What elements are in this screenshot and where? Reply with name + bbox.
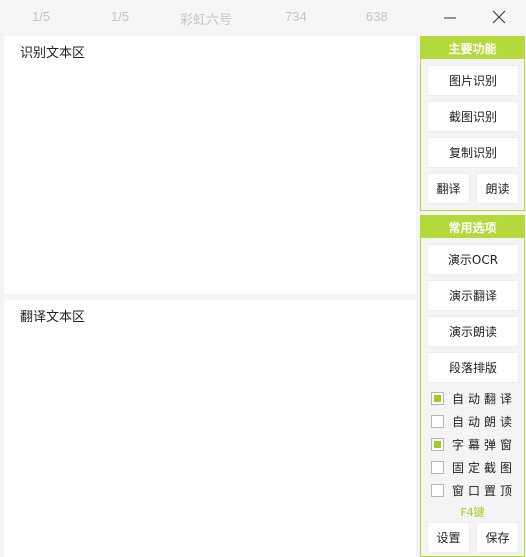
image-recognize-button[interactable]: 图片识别	[427, 65, 519, 96]
auto-translate-checkbox[interactable]: 自动翻译	[431, 389, 516, 407]
checkbox-box[interactable]	[431, 414, 444, 428]
checkbox-label: 自动朗读	[452, 414, 517, 429]
checkbox-label: 字幕弹窗	[452, 437, 517, 452]
close-icon	[492, 10, 506, 24]
checkbox-box[interactable]	[431, 437, 444, 451]
checkbox-label: 固定截图	[452, 460, 517, 475]
main-functions-group: 主要功能 图片识别 截图识别 复制识别 翻译 朗读	[420, 36, 525, 211]
window-on-top-checkbox[interactable]: 窗口置顶	[431, 481, 516, 499]
save-button[interactable]: 保存	[476, 522, 519, 553]
screenshot-recognize-button[interactable]: 截图识别	[427, 101, 519, 132]
title-game-name: 彩虹六号	[180, 12, 233, 27]
title-height-value: 638	[366, 9, 388, 24]
main-functions-header: 主要功能	[421, 37, 524, 59]
copy-recognize-button[interactable]: 复制识别	[427, 137, 519, 168]
recognize-area-title: 识别文本区	[20, 46, 86, 61]
title-width-value: 734	[285, 9, 307, 24]
settings-button[interactable]: 设置	[427, 522, 470, 553]
demo-ocr-button[interactable]: 演示OCR	[427, 244, 519, 275]
fixed-screenshot-checkbox[interactable]: 固定截图	[431, 458, 516, 476]
demo-read-button[interactable]: 演示朗读	[427, 316, 519, 347]
checkbox-label: 自动翻译	[452, 391, 517, 406]
title-counter-2: 1/5	[111, 9, 130, 24]
translate-button[interactable]: 翻译	[427, 173, 470, 204]
subtitle-popup-checkbox[interactable]: 字幕弹窗	[431, 435, 516, 453]
demo-translate-button[interactable]: 演示翻译	[427, 280, 519, 311]
title-counter-1: 1/5	[32, 9, 51, 24]
translate-area-title: 翻译文本区	[20, 310, 86, 325]
checkbox-label: 窗口置顶	[452, 483, 517, 498]
title-bar: 1/5 1/5 彩虹六号 734 638	[0, 0, 526, 34]
checkbox-box[interactable]	[431, 391, 444, 405]
common-options-group: 常用选项 演示OCR 演示翻译 演示朗读 段落排版 自动翻译 自动朗读 字幕弹窗…	[420, 215, 525, 557]
checkbox-box[interactable]	[431, 460, 444, 474]
minimize-button[interactable]	[432, 4, 468, 30]
auto-read-checkbox[interactable]: 自动朗读	[431, 412, 516, 430]
minimize-icon	[444, 17, 456, 19]
translate-text-area[interactable]: 翻译文本区	[4, 300, 416, 557]
common-options-header: 常用选项	[421, 216, 524, 238]
read-aloud-button[interactable]: 朗读	[476, 173, 519, 204]
checkbox-box[interactable]	[431, 483, 444, 497]
recognize-text-area[interactable]: 识别文本区	[4, 36, 416, 294]
close-button[interactable]	[481, 4, 517, 30]
paragraph-layout-button[interactable]: 段落排版	[427, 352, 519, 383]
hotkey-hint: F4键	[460, 506, 485, 519]
